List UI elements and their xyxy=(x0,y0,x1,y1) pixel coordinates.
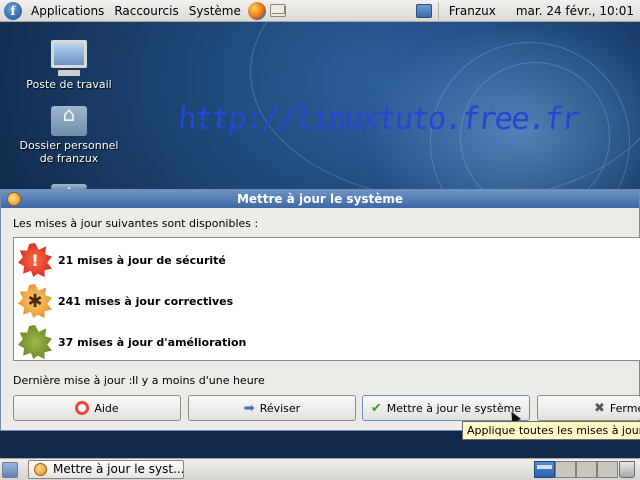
fedora-logo-icon[interactable]: f xyxy=(4,1,22,20)
user-switcher[interactable]: Franzux xyxy=(437,1,506,20)
arrow-right-icon: ➡ xyxy=(243,400,255,416)
update-category-label: 37 mises à jour d'amélioration xyxy=(58,335,247,349)
update-category-label: 21 mises à jour de sécurité xyxy=(58,253,226,267)
clock[interactable]: mar. 24 févr., 10:01 xyxy=(506,4,640,18)
tooltip: Applique toutes les mises à jour xyxy=(462,421,640,440)
network-icon[interactable] xyxy=(415,3,432,18)
mail-icon[interactable] xyxy=(269,4,286,17)
workspace-4[interactable] xyxy=(597,461,618,478)
close-icon: ✖ xyxy=(594,400,605,416)
home-folder-icon xyxy=(51,106,87,136)
watermark-url: http://linuxtuto.free.fr xyxy=(176,101,580,137)
update-app-icon xyxy=(34,463,47,476)
list-item[interactable]: 37 mises à jour d'amélioration xyxy=(14,322,246,362)
checkmark-icon: ✔ xyxy=(370,400,382,416)
intro-text: Les mises à jour suivantes sont disponib… xyxy=(13,217,259,230)
show-desktop-icon[interactable] xyxy=(2,462,18,478)
taskbar-window-title: Mettre à jour le syst... xyxy=(53,462,184,476)
workspace-3[interactable] xyxy=(576,461,597,478)
help-button-label: Aide xyxy=(94,401,119,415)
menu-raccourcis[interactable]: Raccourcis xyxy=(109,0,183,22)
computer-icon xyxy=(51,40,87,76)
list-item[interactable]: ! 21 mises à jour de sécurité xyxy=(14,240,226,280)
workspace-2[interactable] xyxy=(555,461,576,478)
update-dialog: Mettre à jour le système Les mises à jou… xyxy=(0,189,640,431)
apply-button-label: Mettre à jour le système xyxy=(386,401,522,415)
list-item[interactable]: ✱ 241 mises à jour correctives xyxy=(14,281,233,321)
close-button[interactable]: ✖ Ferme xyxy=(537,395,640,421)
taskbar-window-button[interactable]: Mettre à jour le syst... xyxy=(28,460,184,479)
bugfix-update-icon: ✱ xyxy=(18,284,52,318)
desktop-icon-home[interactable]: Dossier personnel de franzux xyxy=(14,106,124,165)
desktop-icon-label: Dossier personnel de franzux xyxy=(19,139,119,165)
last-update-label: Dernière mise à jour : xyxy=(13,374,133,387)
bottom-panel: Mettre à jour le syst... xyxy=(0,458,640,480)
workspace-1[interactable] xyxy=(534,461,555,478)
desktop-icon-computer[interactable]: Poste de travail xyxy=(14,40,124,91)
security-update-icon: ! xyxy=(18,243,52,277)
apply-updates-button[interactable]: ✔ Mettre à jour le système xyxy=(362,395,530,421)
review-button-label: Réviser xyxy=(259,401,301,415)
review-button[interactable]: ➡ Réviser xyxy=(188,395,356,421)
menu-applications[interactable]: Applications xyxy=(26,0,109,22)
menu-systeme[interactable]: Système xyxy=(184,0,246,22)
last-update-value: Il y a moins d'une heure xyxy=(132,374,265,387)
help-button[interactable]: Aide xyxy=(13,395,181,421)
firefox-icon[interactable] xyxy=(247,1,266,20)
desktop-icon-label: Poste de travail xyxy=(26,78,112,91)
top-panel: f Applications Raccourcis Système Franzu… xyxy=(0,0,640,22)
close-button-label: Ferme xyxy=(609,401,640,415)
dialog-titlebar[interactable]: Mettre à jour le système xyxy=(1,190,639,208)
lifebuoy-icon xyxy=(75,401,90,415)
update-list[interactable]: ! 21 mises à jour de sécurité ✱ 241 mise… xyxy=(13,237,640,361)
update-app-icon xyxy=(7,192,21,206)
trash-icon[interactable] xyxy=(619,461,635,478)
update-category-label: 241 mises à jour correctives xyxy=(58,294,234,308)
enhancement-update-icon xyxy=(18,325,52,359)
dialog-title: Mettre à jour le système xyxy=(236,192,404,206)
